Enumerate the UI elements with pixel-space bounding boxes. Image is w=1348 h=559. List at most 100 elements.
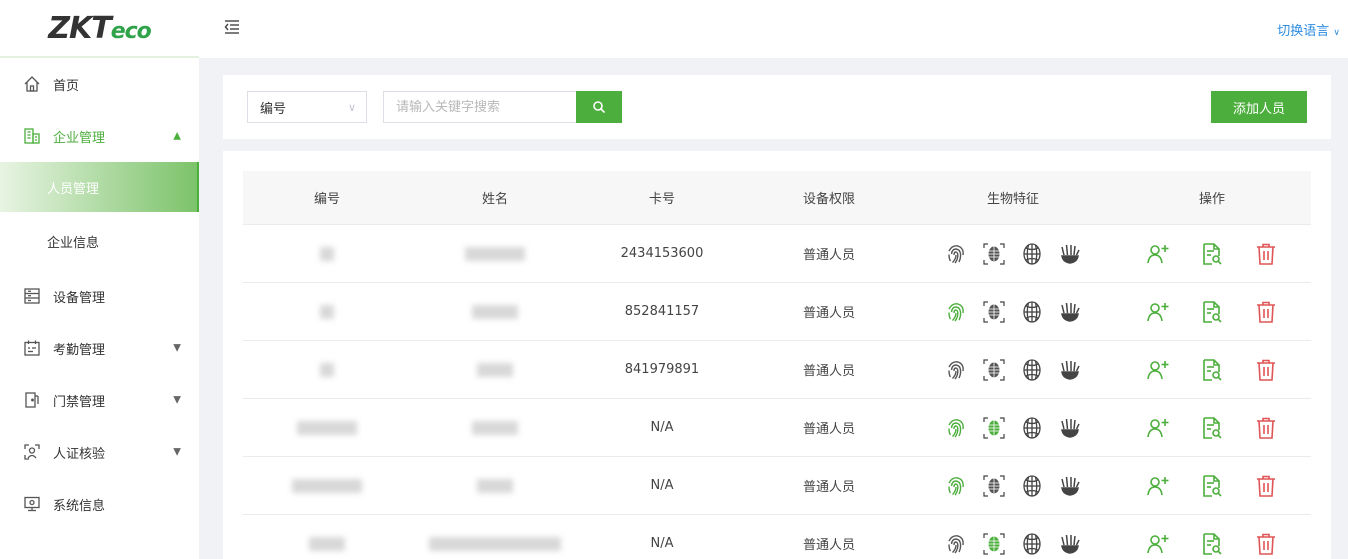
card-number: 2434153600 <box>620 246 704 261</box>
chevron-down-icon: ▼ <box>173 446 181 458</box>
palm-icon[interactable] <box>1058 474 1082 498</box>
table-row: N/A 普通人员 <box>243 515 1311 559</box>
sidebar-item-enterprise-info[interactable]: 企业信息 <box>0 212 199 270</box>
fingerprint-icon[interactable] <box>944 474 968 498</box>
face-icon[interactable] <box>982 532 1006 556</box>
fingerprint-icon[interactable] <box>944 358 968 382</box>
sidebar-item-id-verify[interactable]: 人证核验 ▼ <box>0 426 199 478</box>
delete-icon[interactable] <box>1254 300 1278 324</box>
sidebar-item-access[interactable]: 门禁管理 ▼ <box>0 374 199 426</box>
fingerprint-icon[interactable] <box>944 242 968 266</box>
delete-icon[interactable] <box>1254 474 1278 498</box>
view-details-icon[interactable] <box>1200 358 1224 382</box>
sidebar-item-devices[interactable]: 设备管理 <box>0 270 199 322</box>
person-id-cell <box>243 304 411 319</box>
person-id-cell <box>243 246 411 261</box>
biometrics-cell <box>913 242 1113 266</box>
chevron-down-icon: ▼ <box>173 342 181 354</box>
search-field-select[interactable]: 编号 ∨ <box>247 91 367 123</box>
delete-icon[interactable] <box>1254 416 1278 440</box>
face-icon[interactable] <box>982 242 1006 266</box>
device-icon <box>22 286 42 306</box>
view-details-icon[interactable] <box>1200 242 1224 266</box>
redacted-id <box>320 246 334 261</box>
door-icon <box>22 390 42 410</box>
sidebar-item-attendance[interactable]: 考勤管理 ▼ <box>0 322 199 374</box>
face-icon[interactable] <box>982 416 1006 440</box>
delete-icon[interactable] <box>1254 532 1278 556</box>
person-name-cell <box>411 478 579 493</box>
menu-collapse-icon[interactable] <box>223 19 241 35</box>
search-input[interactable] <box>383 91 577 123</box>
face-icon[interactable] <box>982 358 1006 382</box>
assign-person-icon[interactable] <box>1146 416 1170 440</box>
person-name-cell <box>411 536 579 551</box>
add-person-button[interactable]: 添加人员 <box>1211 91 1307 123</box>
view-details-icon[interactable] <box>1200 474 1224 498</box>
personnel-table-card: 编号 姓名 卡号 设备权限 生物特征 操作 2434153600 普通人员 85… <box>223 151 1331 559</box>
assign-person-icon[interactable] <box>1146 358 1170 382</box>
person-id-cell <box>243 362 411 377</box>
palm-icon[interactable] <box>1058 300 1082 324</box>
sidebar-menu: 首页 企业管理 ▲ 人员管理 企业信息 设备管理 考勤管理 ▼ 门禁管理 ▼ 人… <box>0 58 199 530</box>
sidebar-item-personnel[interactable]: 人员管理 <box>0 162 199 212</box>
redacted-name <box>477 478 513 493</box>
device-permission: 普通人员 <box>802 422 855 437</box>
actions-cell <box>1113 474 1311 498</box>
sidebar-item-label: 设备管理 <box>53 290 106 306</box>
fingerprint-icon[interactable] <box>944 416 968 440</box>
delete-icon[interactable] <box>1254 242 1278 266</box>
palm-vein-icon[interactable] <box>1020 532 1044 556</box>
person-name-cell <box>411 420 579 435</box>
column-header-id: 编号 <box>313 192 340 207</box>
assign-person-icon[interactable] <box>1146 532 1170 556</box>
sidebar-item-home[interactable]: 首页 <box>0 58 199 110</box>
palm-vein-icon[interactable] <box>1020 416 1044 440</box>
palm-icon[interactable] <box>1058 242 1082 266</box>
face-icon[interactable] <box>982 300 1006 324</box>
actions-cell <box>1113 532 1311 556</box>
redacted-name <box>477 362 513 377</box>
sidebar-item-label: 考勤管理 <box>53 342 106 358</box>
actions-cell <box>1113 358 1311 382</box>
device-permission: 普通人员 <box>802 248 855 263</box>
palm-icon[interactable] <box>1058 416 1082 440</box>
language-switch[interactable]: 切换语言 ∨ <box>1277 20 1340 39</box>
sidebar-item-system[interactable]: 系统信息 <box>0 478 199 530</box>
table-row: N/A 普通人员 <box>243 457 1311 515</box>
logo: ZKTeco <box>0 0 199 58</box>
biometrics-cell <box>913 474 1113 498</box>
redacted-id <box>297 420 357 435</box>
palm-icon[interactable] <box>1058 358 1082 382</box>
table-body: 2434153600 普通人员 852841157 普通人员 841979891… <box>243 225 1311 559</box>
palm-vein-icon[interactable] <box>1020 300 1044 324</box>
redacted-id <box>320 362 334 377</box>
card-number: N/A <box>650 420 674 435</box>
assign-person-icon[interactable] <box>1146 300 1170 324</box>
sidebar-item-label: 首页 <box>53 78 80 94</box>
face-icon[interactable] <box>982 474 1006 498</box>
view-details-icon[interactable] <box>1200 532 1224 556</box>
assign-person-icon[interactable] <box>1146 474 1170 498</box>
search-button[interactable] <box>576 91 622 123</box>
column-header-actions: 操作 <box>1198 192 1225 207</box>
card-number: N/A <box>650 536 674 551</box>
fingerprint-icon[interactable] <box>944 532 968 556</box>
palm-vein-icon[interactable] <box>1020 358 1044 382</box>
palm-vein-icon[interactable] <box>1020 242 1044 266</box>
column-header-biometrics: 生物特征 <box>986 192 1039 207</box>
redacted-name <box>429 536 561 551</box>
chevron-down-icon: ∨ <box>1333 28 1340 38</box>
card-number: N/A <box>650 478 674 493</box>
view-details-icon[interactable] <box>1200 416 1224 440</box>
palm-icon[interactable] <box>1058 532 1082 556</box>
assign-person-icon[interactable] <box>1146 242 1170 266</box>
sidebar-item-enterprise[interactable]: 企业管理 ▲ <box>0 110 199 162</box>
personnel-table: 编号 姓名 卡号 设备权限 生物特征 操作 2434153600 普通人员 85… <box>243 171 1311 559</box>
fingerprint-icon[interactable] <box>944 300 968 324</box>
person-name-cell <box>411 362 579 377</box>
delete-icon[interactable] <box>1254 358 1278 382</box>
table-row: 841979891 普通人员 <box>243 341 1311 399</box>
view-details-icon[interactable] <box>1200 300 1224 324</box>
palm-vein-icon[interactable] <box>1020 474 1044 498</box>
